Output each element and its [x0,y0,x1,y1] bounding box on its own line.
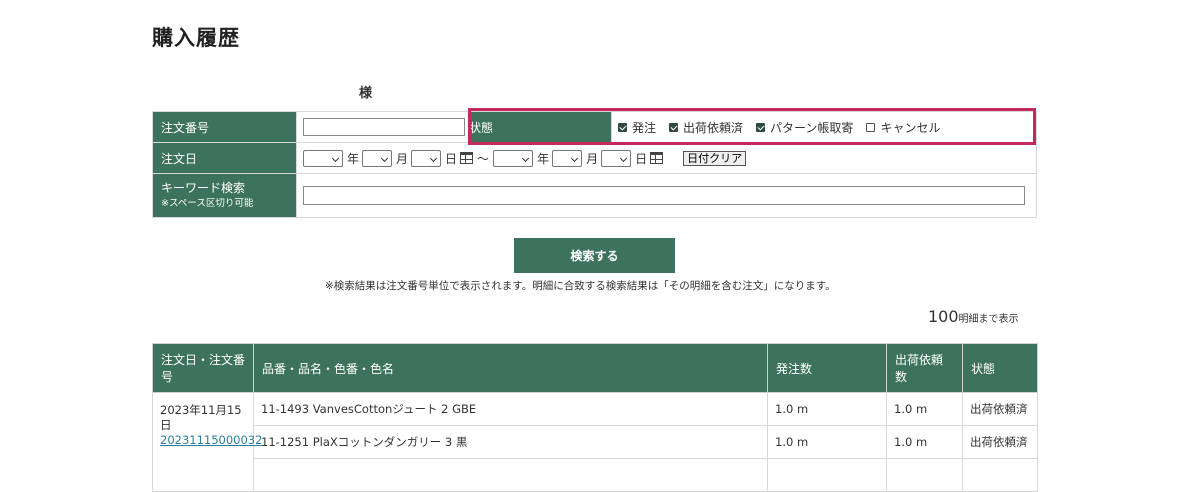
keyword-cell [296,173,1037,218]
display-count: 100明細まで表示 [928,307,1019,326]
status-label: 状態 [468,111,612,143]
search-form: 注文番号 状態 発注 出荷依頼済 パターン帳取寄 キャンセル 注文日 年 月 日… [152,111,1037,218]
item-name: 11-1251 PlaXコットンダンガリー 3 黒 [253,425,768,459]
ship-qty: 1.0 m [886,392,963,426]
to-year-select[interactable] [493,149,534,167]
keyword-hint: ※スペース区切り可能 [161,197,254,209]
table-row [153,458,1038,492]
customer-name-suffix: 様 [359,86,373,101]
col-item: 品番・品名・色番・色名 [253,343,768,393]
status-checkbox-pattern-book[interactable]: パターン帳取寄 [756,119,853,136]
order-number-label: 注文番号 [152,111,297,143]
calendar-icon[interactable] [650,152,664,164]
col-date-number: 注文日・注文番号 [152,343,254,393]
order-number-row: 注文番号 状態 発注 出荷依頼済 パターン帳取寄 キャンセル [152,111,1037,143]
search-button[interactable]: 検索する [514,238,675,273]
keyword-input[interactable] [303,186,1025,205]
order-number-cell [296,111,469,143]
table-row: 11-1251 PlaXコットンダンガリー 3 黒 1.0 m 1.0 m 出荷… [153,425,1038,459]
status-filter-group: 発注 出荷依頼済 パターン帳取寄 キャンセル [618,119,1036,136]
checkbox-checked-icon[interactable] [669,122,679,132]
keyword-label: キーワード検索 ※スペース区切り可能 [152,173,297,218]
date-range: 年 月 日 〜 年 月 日 日付クリア [303,149,1036,167]
status-cell: 発注 出荷依頼済 パターン帳取寄 キャンセル [611,111,1037,143]
row-status: 出荷依頼済 [962,392,1038,426]
order-qty: 1.0 m [767,392,887,426]
calendar-icon[interactable] [460,152,474,164]
keyword-row: キーワード検索 ※スペース区切り可能 [152,173,1037,218]
order-date-label: 注文日 [152,142,297,174]
checkbox-unchecked-icon[interactable] [866,122,876,132]
order-date-number-cell: 2023年11月15日 20231115000032 [152,392,262,492]
status-checkbox-ordered[interactable]: 発注 [618,119,656,136]
checkbox-checked-icon[interactable] [618,122,627,132]
page-title: 購入履歴 [152,26,240,50]
checkbox-checked-icon[interactable] [756,122,766,132]
status-checkbox-cancel[interactable]: キャンセル [866,119,940,136]
results-header: 注文日・注文番号 品番・品名・色番・色名 発注数 出荷依頼数 状態 [152,343,1038,393]
col-order-qty: 発注数 [767,343,887,393]
order-date-row: 注文日 年 月 日 〜 年 月 日 日付クリア [152,142,1037,174]
to-day-select[interactable] [601,149,632,167]
order-qty: 1.0 m [767,425,887,459]
order-number-input[interactable] [303,118,465,136]
col-ship-qty: 出荷依頼数 [886,343,963,393]
col-status: 状態 [962,343,1038,393]
item-name: 11-1493 VanvesCottonジュート 2 GBE [253,392,768,426]
date-clear-button[interactable]: 日付クリア [683,150,747,166]
search-note: ※検索結果は注文番号単位で表示されます。明細に合致する検索結果は「その明細を含む… [325,280,836,292]
results-table: 注文日・注文番号 品番・品名・色番・色名 発注数 出荷依頼数 状態 2023年1… [152,343,1038,492]
status-checkbox-shipping-requested[interactable]: 出荷依頼済 [669,119,743,136]
to-month-select[interactable] [552,149,583,167]
ship-qty: 1.0 m [886,425,963,459]
from-day-select[interactable] [411,149,442,167]
table-row: 2023年11月15日 20231115000032 11-1493 Vanve… [152,392,1038,492]
from-month-select[interactable] [362,149,393,167]
order-number-link[interactable]: 20231115000032 [160,433,262,447]
from-year-select[interactable] [303,149,343,167]
order-date-cell: 年 月 日 〜 年 月 日 日付クリア [296,142,1037,174]
order-date: 2023年11月15日 [160,403,242,432]
row-status: 出荷依頼済 [962,425,1038,459]
